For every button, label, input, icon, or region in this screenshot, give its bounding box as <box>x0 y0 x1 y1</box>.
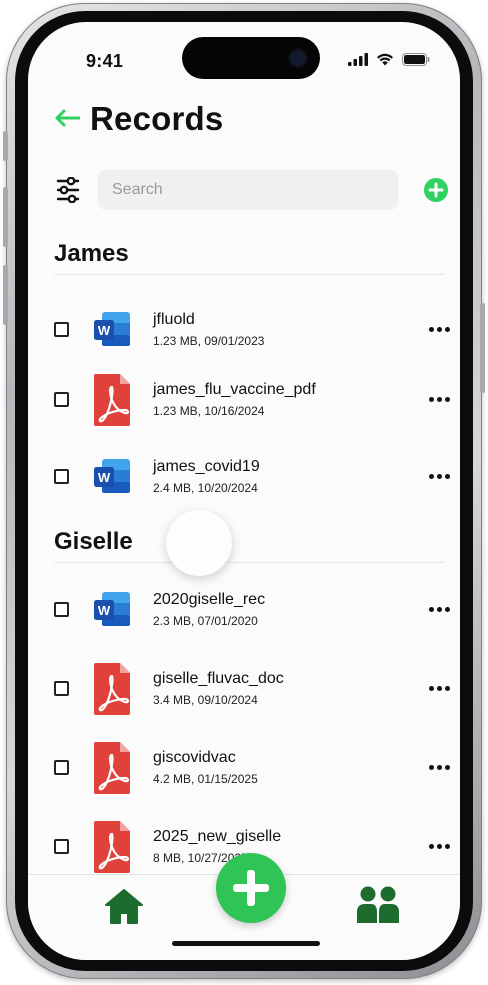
add-fab-button[interactable] <box>216 853 286 923</box>
signal-icon <box>348 53 368 66</box>
word-file-icon: W <box>94 592 130 626</box>
more-options-icon[interactable] <box>429 844 450 849</box>
more-options-icon[interactable] <box>429 765 450 770</box>
file-meta: 2.3 MB, 07/01/2020 <box>153 614 258 628</box>
pdf-file-icon <box>94 374 130 426</box>
touch-indicator <box>166 510 232 576</box>
file-name: jfluold <box>153 311 195 328</box>
word-file-icon: W <box>94 312 130 346</box>
file-name: 2020giselle_rec <box>153 591 266 608</box>
file-name: james_flu_vaccine_pdf <box>153 381 316 398</box>
file-name: james_covid19 <box>153 458 260 475</box>
wifi-icon <box>377 53 393 66</box>
header: Records <box>54 100 223 138</box>
svg-text:W: W <box>98 470 111 485</box>
list-item[interactable]: giscovidvac 4.2 MB, 01/15/2025 <box>54 741 450 797</box>
list-item[interactable]: W 2020giselle_rec 2.3 MB, 07/01/2020 <box>54 583 450 639</box>
battery-icon <box>402 53 430 66</box>
row-checkbox[interactable] <box>54 681 69 696</box>
action-button <box>3 131 8 161</box>
more-options-icon[interactable] <box>429 686 450 691</box>
power-button <box>480 303 485 393</box>
svg-text:W: W <box>98 603 111 618</box>
row-checkbox[interactable] <box>54 839 69 854</box>
screen: 9:41 Records Search James W jfluold 1.23… <box>28 22 460 960</box>
file-meta: 1.23 MB, 10/16/2024 <box>153 404 265 418</box>
filter-sliders-icon[interactable] <box>56 177 80 203</box>
pdf-file-icon <box>94 821 130 873</box>
pdf-file-icon <box>94 663 130 715</box>
home-icon[interactable] <box>104 887 144 925</box>
more-options-icon[interactable] <box>429 474 450 479</box>
group-header-james: James <box>54 240 444 275</box>
volume-down-button <box>3 265 8 325</box>
svg-text:W: W <box>98 323 111 338</box>
list-item[interactable]: W jfluold 1.23 MB, 09/01/2023 <box>54 303 450 359</box>
status-time: 9:41 <box>86 51 124 71</box>
file-meta: 2.4 MB, 10/20/2024 <box>153 481 258 495</box>
dynamic-island <box>182 37 320 79</box>
add-record-icon[interactable] <box>424 178 448 202</box>
list-item[interactable]: james_flu_vaccine_pdf 1.23 MB, 10/16/202… <box>54 373 450 429</box>
row-checkbox[interactable] <box>54 469 69 484</box>
file-meta: 1.23 MB, 09/01/2023 <box>153 334 265 348</box>
pdf-file-icon <box>94 742 130 794</box>
file-name: giselle_fluvac_doc <box>153 670 284 687</box>
file-name: 2025_new_giselle <box>153 828 282 845</box>
row-checkbox[interactable] <box>54 760 69 775</box>
list-item[interactable]: giselle_fluvac_doc 3.4 MB, 09/10/2024 <box>54 662 450 718</box>
search-input[interactable]: Search <box>98 170 398 210</box>
list-item[interactable]: W james_covid19 2.4 MB, 10/20/2024 <box>54 450 450 506</box>
home-indicator[interactable] <box>172 941 320 946</box>
row-checkbox[interactable] <box>54 322 69 337</box>
more-options-icon[interactable] <box>429 327 450 332</box>
status-icons <box>348 53 430 66</box>
group-header-giselle: Giselle <box>54 528 444 563</box>
row-checkbox[interactable] <box>54 392 69 407</box>
page-title: Records <box>90 100 224 137</box>
phone-frame: 9:41 Records Search James W jfluold 1.23… <box>3 3 485 979</box>
file-meta: 4.2 MB, 01/15/2025 <box>153 772 258 786</box>
file-name: giscovidvac <box>153 749 236 766</box>
file-meta: 3.4 MB, 09/10/2024 <box>153 693 258 707</box>
toolbar: Search <box>56 170 448 210</box>
back-arrow-icon[interactable] <box>54 103 81 133</box>
more-options-icon[interactable] <box>429 607 450 612</box>
volume-up-button <box>3 187 8 247</box>
more-options-icon[interactable] <box>429 397 450 402</box>
row-checkbox[interactable] <box>54 602 69 617</box>
people-icon[interactable] <box>356 885 400 925</box>
word-file-icon: W <box>94 459 130 493</box>
camera-icon <box>290 50 306 66</box>
